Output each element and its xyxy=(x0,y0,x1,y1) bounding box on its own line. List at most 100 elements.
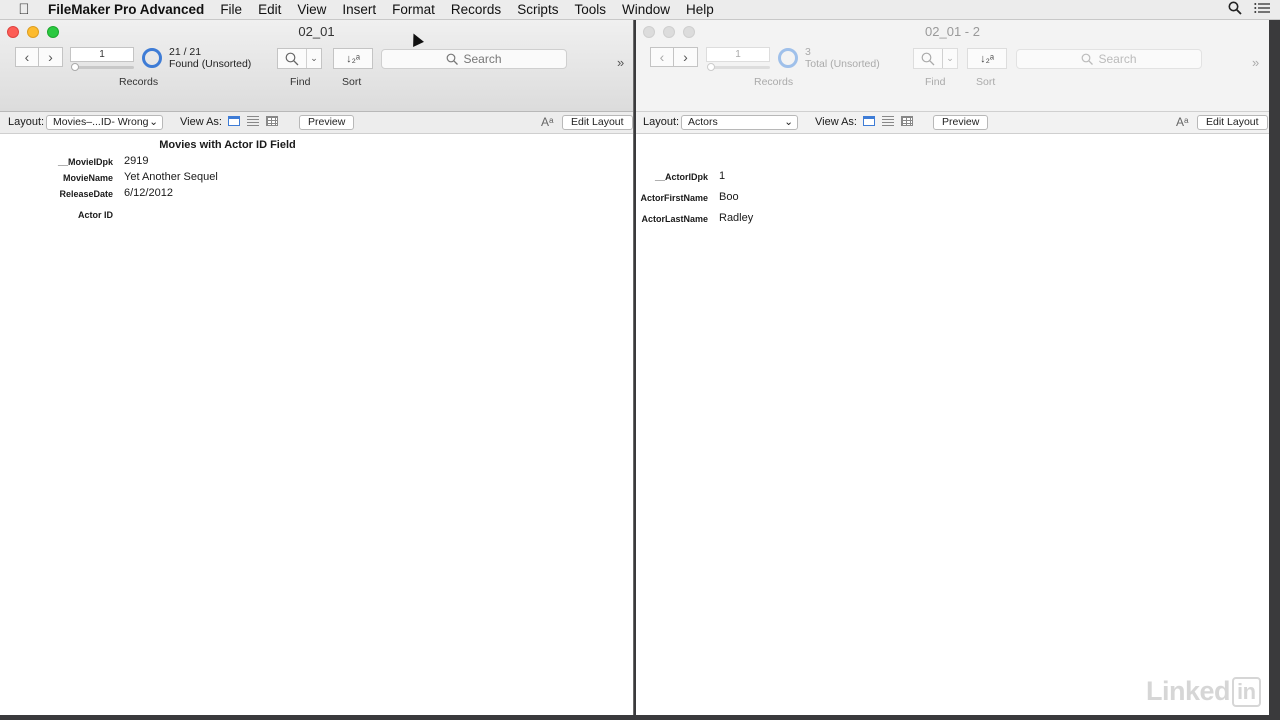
slider-knob[interactable] xyxy=(71,63,79,71)
layout-select[interactable]: Actors ⌄ xyxy=(681,115,798,130)
record-slider[interactable] xyxy=(71,63,134,71)
find-button[interactable]: ⌄ xyxy=(277,48,322,69)
table-view-icon[interactable] xyxy=(266,116,278,126)
previous-record-button[interactable]: ‹ xyxy=(15,47,39,67)
text-format-icon[interactable]: Aᵃ xyxy=(541,115,553,129)
right-toolbar: 02_01 - 2 ‹ › 1 3 Total (Unsorted) Recor… xyxy=(636,20,1269,112)
next-record-button[interactable]: › xyxy=(674,47,698,67)
records-label: Records xyxy=(754,76,794,88)
left-layout-content: Movies with Actor ID Field __MovieIDpk 2… xyxy=(0,134,633,714)
notification-center-icon[interactable] xyxy=(1254,2,1270,14)
chevron-left-icon: ‹ xyxy=(659,49,665,65)
find-button[interactable]: ⌄ xyxy=(913,48,958,69)
chevron-left-icon: ‹ xyxy=(24,49,30,65)
record-number-field[interactable]: 1 xyxy=(706,47,770,62)
form-view-icon[interactable] xyxy=(863,116,875,126)
found-set-pie-icon[interactable] xyxy=(142,48,162,68)
record-number-field[interactable]: 1 xyxy=(70,47,134,62)
field-label-first-name: ActorFirstName xyxy=(640,193,708,203)
layout-select[interactable]: Movies–...ID- Wrong ⌄ xyxy=(46,115,163,130)
found-status: Total (Unsorted) xyxy=(805,58,880,70)
menu-edit[interactable]: Edit xyxy=(250,2,289,17)
right-window: 02_01 - 2 ‹ › 1 3 Total (Unsorted) Recor… xyxy=(636,20,1269,715)
edit-layout-button[interactable]: Edit Layout xyxy=(1197,115,1268,130)
field-value-movie-name[interactable]: Yet Another Sequel xyxy=(124,171,218,183)
search-field[interactable]: Search xyxy=(381,49,567,69)
field-label-movie-name: MovieName xyxy=(62,173,113,183)
left-layout-bar: Layout: Movies–...ID- Wrong ⌄ View As: Pr… xyxy=(0,112,633,134)
spotlight-search-icon[interactable] xyxy=(1228,1,1242,15)
record-count: 3 Total (Unsorted) xyxy=(805,46,880,70)
search-icon xyxy=(447,53,459,65)
sort-button[interactable]: ↓₂ᵃ xyxy=(967,48,1007,69)
menu-file[interactable]: File xyxy=(212,2,250,17)
find-label: Find xyxy=(290,76,311,88)
field-value-movie-id[interactable]: 2919 xyxy=(124,155,148,167)
slider-knob[interactable] xyxy=(707,63,715,71)
chevron-down-icon: ⌄ xyxy=(784,116,793,128)
form-view-icon[interactable] xyxy=(228,116,240,126)
preview-button[interactable]: Preview xyxy=(299,115,355,130)
layout-select-value: Actors xyxy=(688,116,718,128)
field-value-last-name[interactable]: Radley xyxy=(719,212,753,224)
view-as-label: View As: xyxy=(815,116,857,128)
menu-help[interactable]: Help xyxy=(678,2,722,17)
magnifier-icon xyxy=(921,52,935,65)
find-dropdown-chevron-icon[interactable]: ⌄ xyxy=(942,49,957,68)
record-slider[interactable] xyxy=(707,63,770,71)
toolbar-overflow-icon[interactable]: » xyxy=(1252,55,1259,70)
search-icon xyxy=(1082,53,1094,65)
search-placeholder: Search xyxy=(463,52,502,66)
watermark-text: Linked xyxy=(1146,676,1231,706)
field-label-actor-id: Actor ID xyxy=(77,210,113,220)
find-dropdown-chevron-icon[interactable]: ⌄ xyxy=(306,49,321,68)
layout-label: Layout: xyxy=(643,116,680,128)
table-view-icon[interactable] xyxy=(901,116,913,126)
window-title: 02_01 xyxy=(298,24,335,39)
field-value-first-name[interactable]: Boo xyxy=(719,191,739,203)
sort-label: Sort xyxy=(976,76,996,88)
right-layout-bar: Layout: Actors ⌄ View As: Preview Aᵃ Edit… xyxy=(636,112,1269,134)
linkedin-watermark: Linked in xyxy=(1146,676,1261,707)
field-value-release-date[interactable]: 6/12/2012 xyxy=(124,187,173,199)
sort-icon: ↓₂ᵃ xyxy=(346,52,360,65)
menu-view[interactable]: View xyxy=(289,2,334,17)
records-label: Records xyxy=(119,76,159,88)
menu-format[interactable]: Format xyxy=(384,2,443,17)
chevron-right-icon: › xyxy=(683,49,688,65)
menu-tools[interactable]: Tools xyxy=(566,2,614,17)
text-format-icon[interactable]: Aᵃ xyxy=(1176,115,1188,129)
menu-window[interactable]: Window xyxy=(614,2,678,17)
left-window: 02_01 ‹ › 1 21 / 21 Found (Unsorted) Rec… xyxy=(0,20,634,715)
field-label-actor-id: __ActorIDpk xyxy=(654,172,708,182)
apple-icon[interactable]:  xyxy=(0,1,48,18)
menu-bar:  FileMaker Pro Advanced File Edit View … xyxy=(0,0,1280,20)
menu-scripts[interactable]: Scripts xyxy=(509,2,566,17)
field-label-release-date: ReleaseDate xyxy=(59,189,113,199)
search-field[interactable]: Search xyxy=(1016,49,1202,69)
field-label-last-name: ActorLastName xyxy=(641,214,708,224)
view-as-label: View As: xyxy=(180,116,222,128)
menu-app-name[interactable]: FileMaker Pro Advanced xyxy=(48,2,212,17)
next-record-button[interactable]: › xyxy=(39,47,63,67)
layout-select-value: Movies–...ID- Wrong xyxy=(53,116,149,128)
found-set-pie-icon[interactable] xyxy=(778,48,798,68)
list-view-icon[interactable] xyxy=(247,116,259,126)
preview-button[interactable]: Preview xyxy=(933,115,989,130)
previous-record-button[interactable]: ‹ xyxy=(650,47,674,67)
chevron-down-icon: ⌄ xyxy=(149,116,158,128)
find-label: Find xyxy=(925,76,946,88)
layout-title: Movies with Actor ID Field xyxy=(159,139,296,151)
field-value-actor-id[interactable] xyxy=(124,208,244,222)
record-count-value: 21 / 21 xyxy=(169,46,202,58)
left-toolbar: 02_01 ‹ › 1 21 / 21 Found (Unsorted) Rec… xyxy=(0,20,633,112)
field-value-actor-id[interactable]: 1 xyxy=(719,170,725,182)
field-label-movie-id: __MovieIDpk xyxy=(57,157,113,167)
menu-insert[interactable]: Insert xyxy=(334,2,384,17)
menu-records[interactable]: Records xyxy=(443,2,509,17)
sort-button[interactable]: ↓₂ᵃ xyxy=(333,48,373,69)
toolbar-overflow-icon[interactable]: » xyxy=(617,55,624,70)
list-view-icon[interactable] xyxy=(882,116,894,126)
search-placeholder: Search xyxy=(1098,52,1137,66)
edit-layout-button[interactable]: Edit Layout xyxy=(562,115,633,130)
